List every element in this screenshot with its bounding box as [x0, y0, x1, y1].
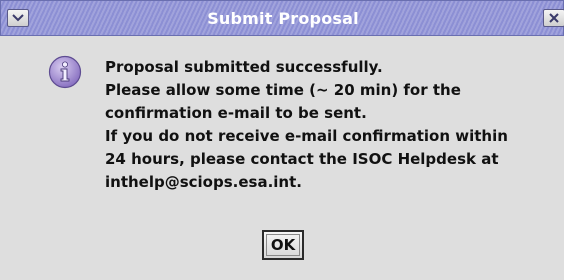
message-line: Proposal submitted successfully.	[105, 58, 383, 76]
message-line: Please allow some time (~ 20 min) for th…	[105, 81, 461, 99]
dialog-window: Submit Proposal Proposal submitted succe…	[0, 0, 564, 280]
message-line: If you do not receive e-mail confirmatio…	[105, 127, 508, 145]
message-line: confirmation e-mail to be sent.	[105, 104, 367, 122]
title-bar[interactable]: Submit Proposal	[0, 0, 564, 36]
info-icon	[48, 55, 82, 89]
message-line: 24 hours, please contact the ISOC Helpde…	[105, 150, 499, 168]
chevron-down-icon[interactable]	[7, 9, 29, 27]
message-line: inthelp@sciops.esa.int.	[105, 173, 302, 191]
ok-button[interactable]: OK	[262, 230, 304, 260]
message-text: Proposal submitted successfully. Please …	[105, 56, 560, 194]
close-icon[interactable]	[543, 9, 564, 27]
window-title: Submit Proposal	[207, 9, 359, 28]
